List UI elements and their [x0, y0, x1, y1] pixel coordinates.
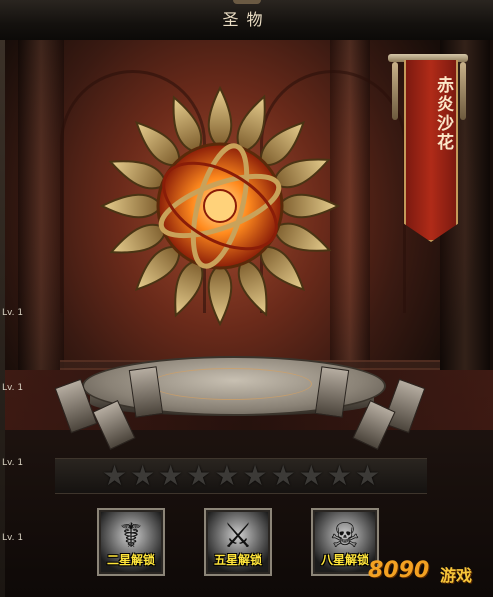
banner-tassel — [392, 62, 398, 120]
title-bar: 圣物 — [0, 0, 493, 41]
skill-slot-five-star[interactable]: ⚔ 五星解锁 — [204, 508, 272, 576]
title-bar-cap — [233, 0, 261, 4]
star-icon: ★ — [242, 459, 268, 492]
shadow-warrior-icon: ☠ — [329, 516, 361, 556]
watermark-digits: 8090 — [368, 558, 430, 583]
star-icon: ★ — [130, 459, 156, 492]
level-label: Lv. 1 — [2, 533, 24, 543]
star-rating: ★ ★ ★ ★ ★ ★ ★ ★ ★ ★ — [55, 458, 427, 494]
beast-silhouette-icon: ☤ — [119, 516, 143, 556]
watermark-brand: 游戏 — [440, 566, 473, 585]
star-icon: ★ — [101, 459, 128, 492]
star-icon: ★ — [354, 459, 381, 492]
altar-rune — [150, 368, 312, 400]
watermark-logo: 8090 游戏 — [368, 552, 488, 592]
star-icon: ★ — [158, 459, 184, 492]
sun-relic-icon[interactable] — [100, 86, 340, 326]
skill-slot-two-star[interactable]: ☤ 二星解锁 — [97, 508, 165, 576]
star-icon: ★ — [326, 459, 352, 492]
star-icon: ★ — [186, 459, 212, 492]
skill-unlock-label: 二星解锁 — [106, 553, 155, 567]
level-label: Lv. 1 — [2, 458, 24, 468]
page-title: 圣物 — [222, 10, 271, 29]
banner-tassel — [460, 62, 466, 120]
star-icon: ★ — [214, 459, 240, 492]
level-label: Lv. 1 — [2, 383, 24, 393]
level-label: Lv. 1 — [2, 308, 24, 318]
flame-sword-icon: ⚔ — [222, 516, 254, 556]
skill-unlock-label: 五星解锁 — [213, 553, 262, 567]
star-icon: ★ — [298, 459, 324, 492]
relic-name: 赤炎沙花 — [433, 76, 453, 152]
left-frame — [0, 40, 5, 597]
star-icon: ★ — [270, 459, 296, 492]
